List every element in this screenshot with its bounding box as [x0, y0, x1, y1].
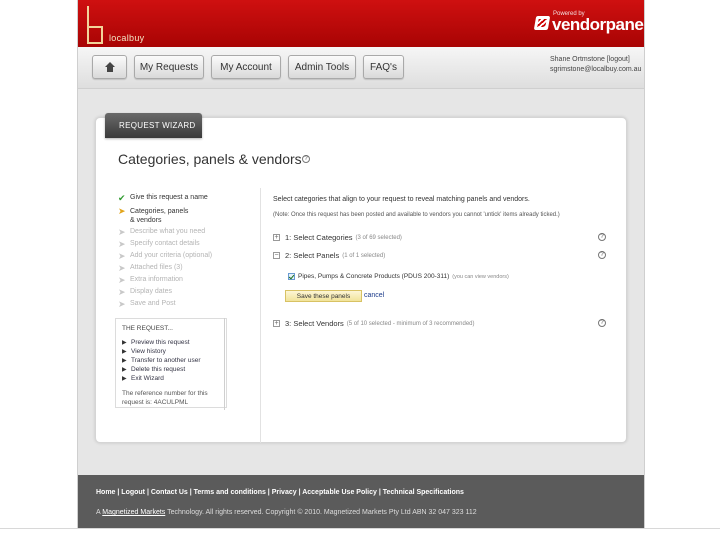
cancel-link[interactable]: cancel [364, 292, 384, 299]
home-icon [104, 62, 115, 72]
arrow-right-icon: ➤ [118, 206, 126, 216]
page-title: Categories, panels & vendors [118, 151, 302, 167]
bullet-arrow-icon: ▶ [122, 358, 127, 364]
admin-tools-button[interactable]: Admin Tools [288, 55, 356, 79]
page-frame: localbuy Powered by vendorpanel My Reque… [77, 0, 645, 528]
step-item[interactable]: ➤ Categories, panels & vendors [118, 207, 192, 225]
step-label: Attached files (3) [130, 264, 183, 271]
expand-icon[interactable]: + [273, 234, 280, 241]
exit-wizard-link[interactable]: ▶ Exit Wizard [122, 375, 164, 382]
vendorpanel-logo-text: vendorpanel [552, 15, 645, 34]
panel-checkbox-item[interactable]: Pipes, Pumps & Concrete Products (PDUS 2… [288, 273, 509, 280]
footer-links[interactable]: Home | Logout | Contact Us | Terms and c… [96, 489, 464, 496]
collapse-icon[interactable]: − [273, 252, 280, 259]
panel-item-label: Pipes, Pumps & Concrete Products (PDUS 2… [298, 273, 450, 280]
localbuy-logo-text: localbuy [109, 33, 145, 43]
section-count: (3 of 69 selected) [355, 234, 402, 241]
faq-button[interactable]: FAQ's [363, 55, 404, 79]
section-count: (1 of 1 selected) [342, 252, 386, 259]
step-label: Add your criteria (optional) [130, 252, 213, 259]
request-reference: The reference number for this request is… [122, 390, 208, 406]
user-email: sgrimstone@localbuy.com.au [550, 66, 642, 73]
view-history-link[interactable]: ▶ View history [122, 348, 166, 355]
outer-frame-line [0, 528, 720, 529]
request-wizard-tab[interactable]: REQUEST WIZARD [105, 113, 202, 138]
step-item[interactable]: ✔ Give this request a name [118, 193, 208, 203]
section-label: 2: Select Panels [285, 251, 340, 260]
bullet-arrow-icon: ▶ [122, 340, 127, 346]
user-logout-line[interactable]: Shane Ortmstone [logout] [550, 56, 630, 63]
delete-request-link[interactable]: ▶ Delete this request [122, 366, 185, 373]
checkbox-checked[interactable] [288, 273, 295, 280]
select-vendors-section[interactable]: + 3: Select Vendors (5 of 10 selected - … [273, 319, 475, 328]
request-box-title: THE REQUEST... [122, 325, 173, 332]
arrow-right-icon: ➤ [118, 227, 126, 237]
step-item[interactable]: ➤ Extra information [118, 275, 183, 285]
arrow-right-icon: ➤ [118, 263, 126, 273]
categories-help-icon[interactable]: ? [598, 233, 606, 241]
expand-icon[interactable]: + [273, 320, 280, 327]
step-item[interactable]: ➤ Describe what you need [118, 227, 206, 237]
step-label: Give this request a name [130, 194, 208, 201]
section-count: (5 of 10 selected - minimum of 3 recomme… [346, 320, 475, 327]
step-item[interactable]: ➤ Save and Post [118, 299, 176, 309]
section-label: 3: Select Vendors [285, 319, 344, 328]
step-label: Categories, panels & vendors [130, 208, 189, 224]
bullet-arrow-icon: ▶ [122, 367, 127, 373]
title-help-icon[interactable]: ? [302, 155, 310, 163]
step-item[interactable]: ➤ Display dates [118, 287, 173, 297]
step-item[interactable]: ➤ Attached files (3) [118, 263, 183, 273]
request-box-edge [224, 318, 225, 410]
preview-request-link[interactable]: ▶ Preview this request [122, 339, 190, 346]
arrow-right-icon: ➤ [118, 287, 126, 297]
save-panels-button[interactable]: Save these panels [285, 290, 362, 302]
arrow-right-icon: ➤ [118, 299, 126, 309]
section-label: 1: Select Categories [285, 233, 353, 242]
site-header: localbuy Powered by vendorpanel [78, 0, 645, 47]
note-text: (Note: Once this request has been posted… [273, 212, 560, 218]
step-label: Display dates [130, 288, 173, 295]
request-actions-box: THE REQUEST... ▶ Preview this request ▶ … [115, 318, 227, 408]
panels-help-icon[interactable]: ? [598, 251, 606, 259]
arrow-right-icon: ➤ [118, 251, 126, 261]
vendors-help-icon[interactable]: ? [598, 319, 606, 327]
my-account-button[interactable]: My Account [211, 55, 281, 79]
select-categories-section[interactable]: + 1: Select Categories (3 of 69 selected… [273, 233, 402, 242]
site-footer: Home | Logout | Contact Us | Terms and c… [78, 475, 644, 528]
step-item[interactable]: ➤ Add your criteria (optional) [118, 251, 213, 261]
panel-item-note: (you can view vendors) [452, 273, 509, 280]
select-panels-section[interactable]: − 2: Select Panels (1 of 1 selected) [273, 251, 385, 260]
transfer-user-link[interactable]: ▶ Transfer to another user [122, 357, 201, 364]
magnetized-markets-link[interactable]: Magnetized Markets [102, 509, 165, 516]
step-label: Specify contact details [130, 240, 200, 247]
step-item[interactable]: ➤ Specify contact details [118, 239, 200, 249]
vendorpanel-logo-icon [533, 16, 551, 30]
localbuy-logo-icon [87, 6, 105, 44]
bullet-arrow-icon: ▶ [122, 349, 127, 355]
home-button[interactable] [92, 55, 127, 79]
step-label: Describe what you need [130, 228, 206, 235]
column-divider [260, 188, 261, 443]
arrow-right-icon: ➤ [118, 239, 126, 249]
bullet-arrow-icon: ▶ [122, 376, 127, 382]
step-label: Extra information [130, 276, 183, 283]
intro-text: Select categories that align to your req… [273, 196, 530, 203]
footer-copyright: A Magnetized Markets Technology. All rig… [96, 509, 477, 516]
checkmark-icon: ✔ [118, 193, 126, 203]
arrow-right-icon: ➤ [118, 275, 126, 285]
step-label: Save and Post [130, 300, 176, 307]
my-requests-button[interactable]: My Requests [134, 55, 204, 79]
